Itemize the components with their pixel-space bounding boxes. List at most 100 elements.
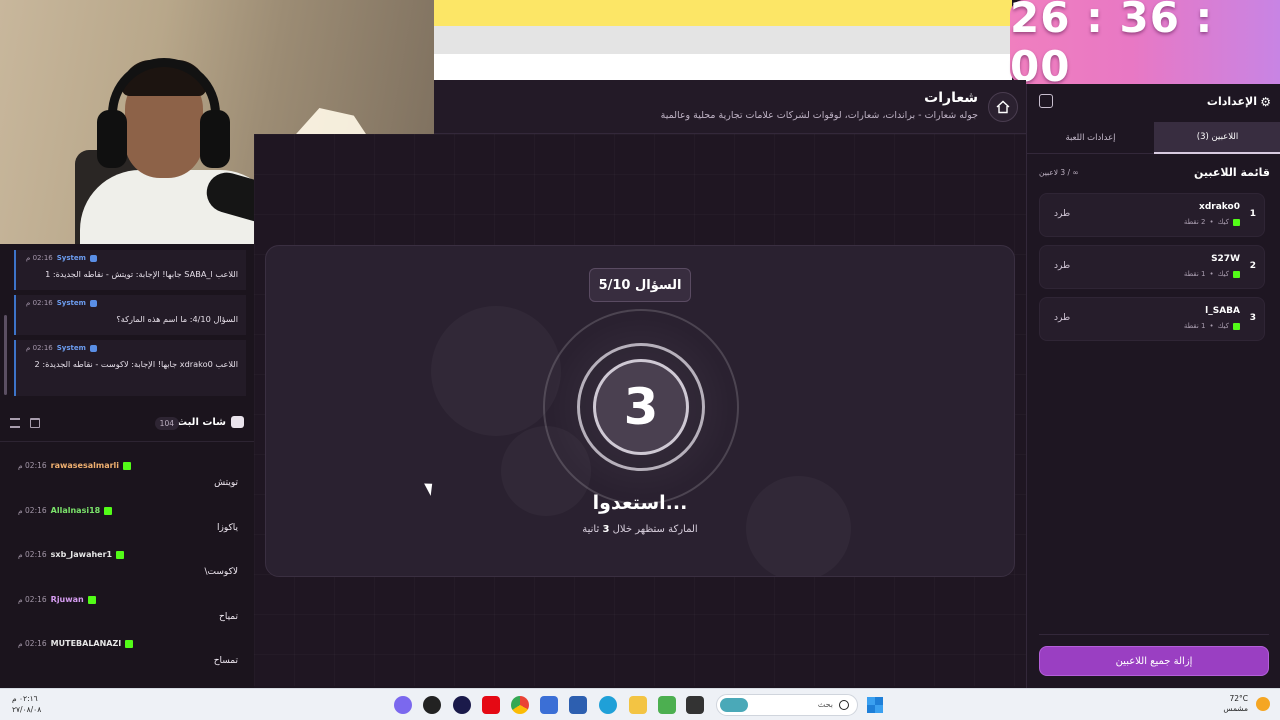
separator-dot: •	[1209, 270, 1214, 278]
message-sender: System	[56, 299, 86, 307]
player-platform: كيك	[1217, 218, 1229, 226]
search-highlight-image	[720, 698, 748, 712]
chat-username: rawasesalmarli	[50, 461, 120, 470]
system-badge-icon	[89, 344, 97, 352]
app-explorer-icon[interactable]	[629, 696, 647, 714]
chat-time: 02:16 م	[18, 461, 47, 470]
sidebar-tabs: اللاعبين (3) إعدادات اللعبة	[1027, 122, 1280, 154]
chat-time: 02:16 م	[18, 595, 47, 604]
kick-icon	[123, 461, 132, 470]
collapse-sidebar-icon[interactable]	[1039, 94, 1053, 108]
player-platform: كيك	[1217, 322, 1229, 330]
taskbar-search[interactable]: بحث	[716, 694, 858, 716]
chat-time: 02:16 م	[18, 639, 47, 648]
system-message: System 02:16 م اللاعب SABA_l جابها! الإجا…	[14, 250, 246, 290]
chat-text: تمياح	[219, 612, 238, 622]
chat-username: Rjuwan	[50, 595, 84, 604]
system-messages-panel: System 02:16 م اللاعب SABA_l جابها! الإجا…	[0, 244, 254, 404]
page-subtitle: جوله شعارات - براندات، شعارات، لوقوات لش…	[660, 110, 978, 121]
ready-text: استعدوا...	[592, 492, 688, 514]
app-outlook-icon[interactable]	[540, 696, 558, 714]
kick-icon	[1233, 218, 1240, 226]
app-circle-icon[interactable]	[453, 696, 471, 714]
chat-text: ياكوزا	[216, 523, 238, 533]
app-netflix-icon[interactable]	[482, 696, 500, 714]
player-row: 2 S27W كيك • 1 نقطة طرد	[1039, 245, 1265, 289]
separator-dot: •	[1209, 322, 1214, 330]
chat-message: sxb_Jawaher1 02:16 م لاكوست\	[18, 550, 238, 577]
stream-timer: 26 : 36 : 00	[1010, 0, 1280, 91]
ready-sub-suffix: ثانية	[582, 524, 600, 535]
player-info: كيك • 2 نقطة	[1184, 218, 1240, 226]
app-chrome-icon[interactable]	[511, 696, 529, 714]
player-rank: 3	[1249, 313, 1256, 323]
app-discord-icon[interactable]	[394, 696, 412, 714]
chat-header: شات البث 104	[0, 404, 254, 442]
player-rank: 1	[1249, 209, 1256, 219]
ready-subtext: الماركة ستظهر خلال 3 ثانية	[266, 524, 1014, 535]
remove-all-players-button[interactable]: إزالة جميع اللاعبين	[1039, 646, 1269, 676]
divider	[1039, 634, 1269, 635]
kick-icon	[116, 550, 125, 559]
tab-game-settings[interactable]: إعدادات اللعبة	[1027, 122, 1154, 154]
player-platform: كيك	[1217, 270, 1229, 278]
timer-text: 26 : 36 : 00	[1010, 0, 1214, 91]
kick-icon	[1233, 270, 1240, 278]
menu-icon[interactable]	[10, 418, 20, 428]
app-obs-icon[interactable]	[423, 696, 441, 714]
browser-toolbar	[434, 54, 1012, 80]
weather-widget[interactable]: 72°C مشمس	[1223, 694, 1270, 714]
clock-date: ٢٧/٠٨/٠٨	[12, 704, 42, 714]
settings-sidebar: ⚙ الإعدادات اللاعبين (3) إعدادات اللعبة …	[1026, 84, 1280, 688]
home-button[interactable]	[988, 92, 1018, 122]
system-badge-icon	[89, 299, 97, 307]
app-edge-icon[interactable]	[599, 696, 617, 714]
separator-dot: •	[1209, 218, 1214, 226]
players-list-title: قائمة اللاعبين	[1194, 166, 1270, 179]
player-name: xdrako0	[1199, 202, 1240, 212]
message-time: 02:16 م	[26, 344, 53, 352]
system-badge-icon	[89, 254, 97, 262]
app-copilot-icon[interactable]	[658, 696, 676, 714]
player-info: كيك • 1 نقطة	[1184, 270, 1240, 278]
tab-players[interactable]: اللاعبين (3)	[1154, 122, 1280, 154]
scrollbar[interactable]	[4, 315, 7, 395]
browser-bar	[434, 26, 1012, 54]
browser-banner	[434, 0, 1012, 26]
kick-player-button[interactable]: طرد	[1054, 209, 1070, 219]
page-title: شعارات	[924, 90, 978, 106]
chat-text: تويتش	[214, 478, 238, 488]
chat-text: لاكوست\	[204, 567, 238, 577]
sun-icon	[1256, 696, 1270, 711]
taskbar: ٠٢:١٦ م ٢٧/٠٨/٠٨ بحث 72°C مشمس	[0, 688, 1280, 720]
home-icon	[996, 100, 1010, 114]
taskbar-clock[interactable]: ٠٢:١٦ م ٢٧/٠٨/٠٨	[12, 694, 41, 715]
windows-start-icon[interactable]	[867, 697, 883, 713]
kick-player-button[interactable]: طرد	[1054, 261, 1070, 271]
system-message: System 02:16 م اللاعب xdrako0 جابها! الإج…	[14, 340, 246, 396]
player-name: S27W	[1211, 254, 1240, 264]
search-label: بحث	[817, 700, 833, 709]
player-name: l_SABA	[1205, 306, 1240, 316]
app-store-icon[interactable]	[569, 696, 587, 714]
countdown-number: 3	[593, 359, 689, 455]
sidebar-header: ⚙ الإعدادات	[1027, 84, 1280, 120]
kick-player-button[interactable]: طرد	[1054, 313, 1070, 323]
clock-time: ٠٢:١٦ م	[12, 694, 38, 703]
app-terminal-icon[interactable]	[686, 696, 704, 714]
chat-username: sxb_Jawaher1	[50, 550, 113, 559]
kick-icon	[87, 595, 96, 604]
message-sender: System	[56, 344, 86, 352]
chat-count-badge: 104	[154, 417, 179, 430]
trash-icon[interactable]	[30, 418, 40, 428]
message-time: 02:16 م	[26, 254, 53, 262]
headphone-right	[200, 110, 230, 168]
player-points: 1 نقطة	[1183, 322, 1206, 330]
player-points: 1 نقطة	[1183, 270, 1206, 278]
message-sender: System	[56, 254, 86, 262]
headphone-left	[97, 110, 127, 168]
chat-bubble-icon	[231, 416, 244, 428]
countdown-card: السؤال 5/10 3 استعدوا... الماركة ستظهر خ…	[265, 245, 1015, 577]
chat-title: شات البث	[177, 417, 226, 428]
players-count: ∞ / 3 لاعبين	[1039, 168, 1079, 177]
